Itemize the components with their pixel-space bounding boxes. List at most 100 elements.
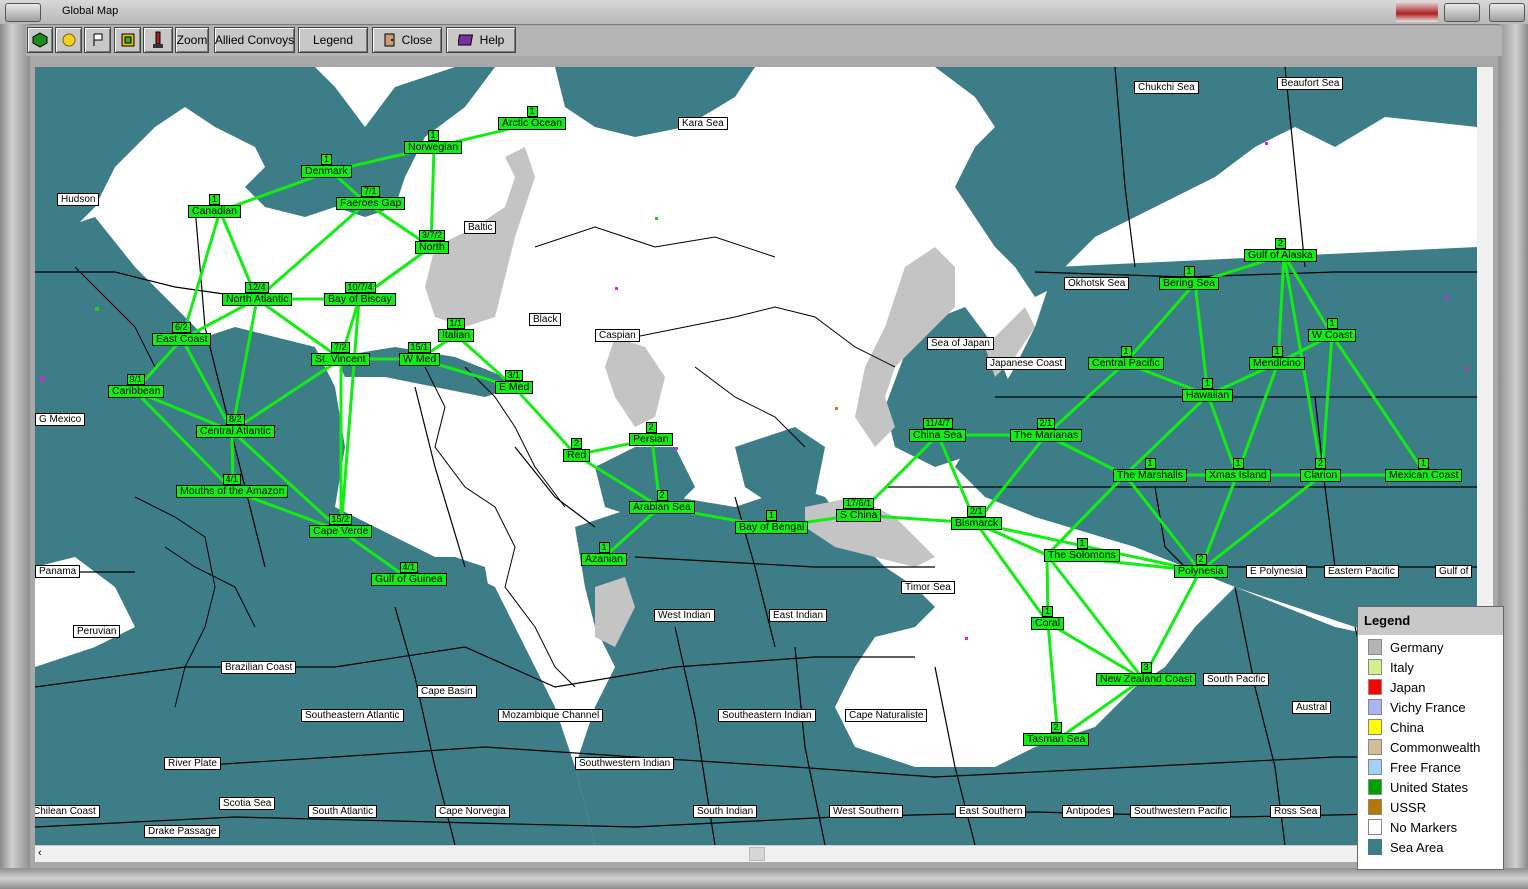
convoy-zone-label[interactable]: Coral xyxy=(1031,617,1065,630)
sea-area-label[interactable]: Eastern Pacific xyxy=(1324,565,1399,578)
sea-area-label[interactable]: Caspian xyxy=(595,329,640,342)
convoy-zone-label[interactable]: Arabian Sea xyxy=(629,501,695,514)
sea-area-label[interactable]: Black xyxy=(529,313,562,326)
scroll-left-icon[interactable]: ‹ xyxy=(38,847,42,859)
sea-area-label[interactable]: Japanese Coast xyxy=(986,357,1067,370)
convoy-zone-label[interactable]: Arctic Ocean xyxy=(498,117,567,130)
restore-button[interactable] xyxy=(1444,3,1480,22)
convoy-zone-label[interactable]: Faeroes Gap xyxy=(336,197,406,210)
sea-area-label[interactable]: East Indian xyxy=(769,609,828,622)
tools-button[interactable] xyxy=(143,27,173,53)
sea-area-label[interactable]: Chukchi Sea xyxy=(1134,81,1199,94)
convoy-zone-label[interactable]: Caribbean xyxy=(108,385,165,398)
convoy-zone-label[interactable]: Denmark xyxy=(301,165,352,178)
convoy-zone-label[interactable]: The Marianas xyxy=(1010,429,1083,442)
sea-area-label[interactable]: Baltic xyxy=(464,221,497,234)
sea-area-label[interactable]: Sea of Japan xyxy=(927,337,994,350)
convoy-zone-label[interactable]: Bay of Bengal xyxy=(735,521,809,534)
sea-area-label[interactable]: E Polynesia xyxy=(1246,565,1307,578)
sea-area-label[interactable]: East Southern xyxy=(955,805,1027,818)
window-menu-button[interactable] xyxy=(5,3,41,22)
sea-area-label[interactable]: Brazilian Coast xyxy=(221,661,297,674)
zoom-button[interactable]: Zoom xyxy=(175,27,209,53)
sea-area-label[interactable]: South Atlantic xyxy=(308,805,378,818)
convoy-zone-label[interactable]: Central Atlantic xyxy=(196,425,275,438)
title-bar[interactable]: Global Map xyxy=(0,0,1528,25)
convoy-zone-label[interactable]: North xyxy=(415,241,449,254)
sea-area-label[interactable]: Southwestern Pacific xyxy=(1130,805,1232,818)
flag-filter-button[interactable] xyxy=(84,27,111,53)
sea-area-label[interactable]: Drake Passage xyxy=(144,825,221,838)
sea-area-label[interactable]: Cape Basin xyxy=(417,685,477,698)
convoy-zone-label[interactable]: Norwegian xyxy=(404,141,463,154)
sea-area-label[interactable]: Mozambique Channel xyxy=(498,709,604,722)
convoy-zone-label[interactable]: East Coast xyxy=(152,333,212,346)
close-button[interactable]: Close xyxy=(372,27,442,53)
convoy-zone-label[interactable]: Polynesia xyxy=(1174,565,1228,578)
legend-button[interactable]: Legend xyxy=(298,27,368,53)
sea-area-label[interactable]: Antipodes xyxy=(1062,805,1115,818)
convoy-zone-label[interactable]: Gulf of Alaska xyxy=(1244,249,1317,262)
convoy-zone-label[interactable]: North Atlantic xyxy=(222,293,293,306)
convoy-zone-label[interactable]: Bismarck xyxy=(951,517,1003,530)
sea-area-label[interactable]: Cape Norvegia xyxy=(435,805,510,818)
convoy-zone-label[interactable]: Mouths of the Amazon xyxy=(176,485,289,498)
sea-area-label[interactable]: Southeastern Indian xyxy=(718,709,816,722)
convoy-zone-label[interactable]: W Med xyxy=(399,353,441,366)
sea-area-label[interactable]: Austral xyxy=(1292,701,1332,714)
convoy-zone-label[interactable]: St. Vincent xyxy=(311,353,370,366)
sea-area-label[interactable]: Hudson xyxy=(57,193,100,206)
convoy-zone-label[interactable]: Clarion xyxy=(1300,469,1342,482)
convoy-zone-label[interactable]: Xmas Island xyxy=(1205,469,1271,482)
sea-area-label[interactable]: Panama xyxy=(35,565,81,578)
star-filter-button[interactable] xyxy=(55,27,82,53)
sea-area-label[interactable]: Okhotsk Sea xyxy=(1064,277,1130,290)
convoy-zone-label[interactable]: China Sea xyxy=(909,429,967,442)
convoy-zone-label[interactable]: Mendicino xyxy=(1249,357,1305,370)
sea-area-label[interactable]: Scotia Sea xyxy=(219,797,276,810)
sea-area-label[interactable]: Kara Sea xyxy=(678,117,728,130)
unit-filter-button[interactable] xyxy=(27,27,53,53)
sea-area-label[interactable]: Cape Naturaliste xyxy=(845,709,928,722)
horizontal-scrollbar[interactable]: ‹ xyxy=(35,845,1477,862)
convoy-zone-label[interactable]: W Coast xyxy=(1308,329,1357,342)
sea-area-label[interactable]: South Pacific xyxy=(1203,673,1270,686)
convoy-zone-label[interactable]: Bay of Biscay xyxy=(324,293,396,306)
convoy-zone-label[interactable]: Italian xyxy=(438,329,475,342)
sea-area-label[interactable]: West Southern xyxy=(829,805,903,818)
convoy-zone-label[interactable]: Persian xyxy=(629,433,673,446)
convoy-zone-label[interactable]: The Solomons xyxy=(1044,549,1120,562)
world-map[interactable]: Chukchi Sea Beaufort Sea Kara Sea Hudson Bal… xyxy=(35,67,1477,845)
convoy-zone-label[interactable]: Azanian xyxy=(581,553,627,566)
sea-area-label[interactable]: Chilean Coast xyxy=(35,805,100,818)
close-window-button[interactable] xyxy=(1489,3,1525,22)
convoy-zone-label[interactable]: Tasman Sea xyxy=(1023,733,1090,746)
sea-area-label[interactable]: Southeastern Atlantic xyxy=(301,709,404,722)
allied-convoys-button[interactable]: Allied Convoys xyxy=(214,27,295,53)
convoy-zone-label[interactable]: Central Pacific xyxy=(1088,357,1164,370)
sea-area-label[interactable]: Timor Sea xyxy=(901,581,955,594)
convoy-zone-label[interactable]: Gulf of Guinea xyxy=(371,573,447,586)
sea-area-label[interactable]: South Indian xyxy=(693,805,758,818)
sea-area-label[interactable]: Beaufort Sea xyxy=(1277,77,1344,90)
sea-area-label[interactable]: River Plate xyxy=(164,757,221,770)
convoy-zone-label[interactable]: Hawaiian xyxy=(1182,389,1234,402)
convoy-zone-label[interactable]: Cape Verde xyxy=(309,525,373,538)
help-button[interactable]: Help xyxy=(446,27,516,53)
sea-area-label[interactable]: Ross Sea xyxy=(1270,805,1322,818)
map-grid-button[interactable] xyxy=(114,27,141,53)
sea-area-label[interactable]: G Mexico xyxy=(35,413,86,426)
convoy-zone-label[interactable]: Bering Sea xyxy=(1159,277,1219,290)
convoy-zone-label[interactable]: Mexican Coast xyxy=(1385,469,1463,482)
convoy-zone-label[interactable]: The Marshalls xyxy=(1113,469,1187,482)
sea-area-label[interactable]: West Indian xyxy=(654,609,715,622)
convoy-zone-label[interactable]: E Med xyxy=(495,381,534,394)
convoy-zone-label[interactable]: New Zealand Coast xyxy=(1096,673,1197,686)
sea-area-label[interactable]: Peruvian xyxy=(73,625,121,638)
convoy-zone-label[interactable]: Canadian xyxy=(188,205,241,218)
convoy-zone-label[interactable]: S China xyxy=(836,509,882,522)
horizontal-scroll-thumb[interactable] xyxy=(749,847,765,861)
sea-area-label[interactable]: Gulf of xyxy=(1435,565,1473,578)
convoy-zone-label[interactable]: Red xyxy=(563,449,591,462)
sea-area-label[interactable]: Southwestern Indian xyxy=(575,757,675,770)
